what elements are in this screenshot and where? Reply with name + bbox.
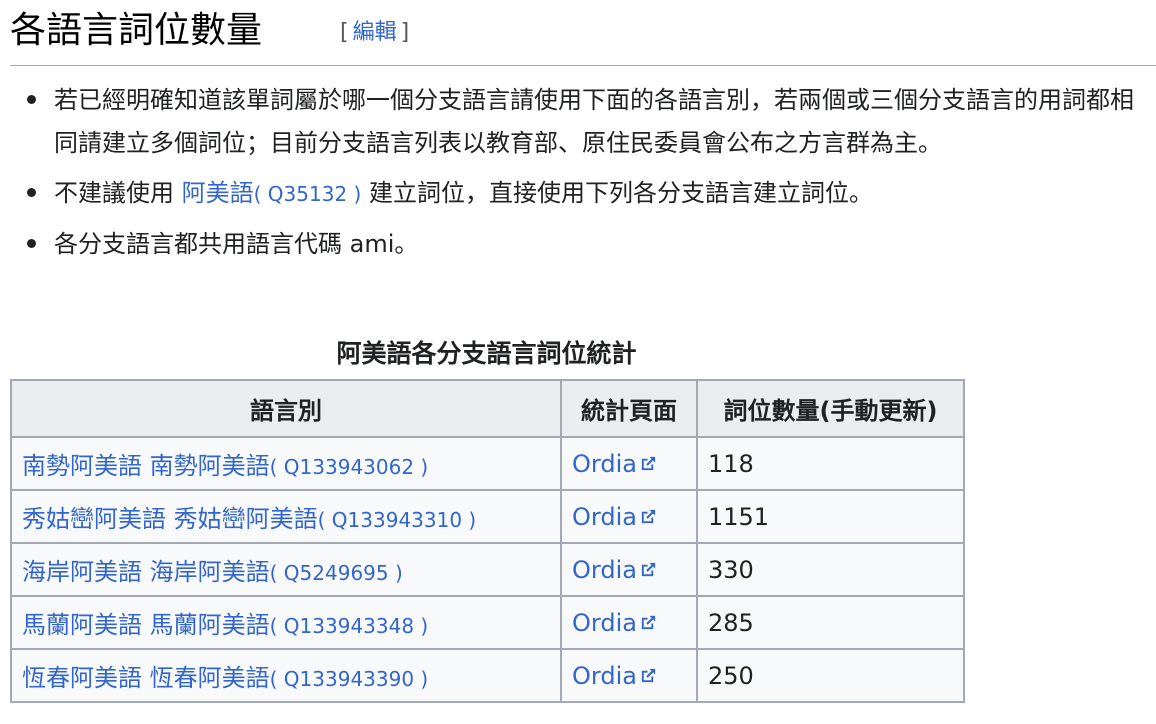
language-label-link[interactable]: 秀姑巒阿美語 xyxy=(174,505,318,533)
cell-page: Ordia xyxy=(560,489,698,544)
cell-count: 285 xyxy=(696,595,965,650)
cell-page: Ordia xyxy=(560,595,698,650)
bullet-list: 若已經明確知道該單詞屬於哪一個分支語言請使用下面的各語言別，若兩個或三個分支語言… xyxy=(10,79,1156,273)
edit-link[interactable]: 編輯 xyxy=(353,20,397,45)
language-label-link[interactable]: 海岸阿美語 xyxy=(150,558,270,586)
qid-link[interactable]: ( Q133943310 ) xyxy=(318,508,477,532)
cell-page: Ordia xyxy=(560,436,698,491)
bullet-dot xyxy=(27,188,36,197)
language-label-link[interactable]: 恆春阿美語 xyxy=(150,664,270,692)
language-link[interactable]: 南勢阿美語 xyxy=(22,452,142,480)
ordia-link[interactable]: Ordia xyxy=(572,556,637,584)
cell-count: 1151 xyxy=(696,489,965,544)
table-header-row: 語言別 統計頁面 詞位數量(手動更新) xyxy=(10,379,965,438)
list-item: 各分支語言都共用語言代碼 ami。 xyxy=(10,223,1156,266)
column-header-language: 語言別 xyxy=(10,379,562,438)
section-title: 各語言詞位數量 xyxy=(10,10,263,51)
cell-count: 250 xyxy=(696,648,965,703)
bullet-text: 各分支語言都共用語言代碼 ami。 xyxy=(54,230,419,258)
qid-link[interactable]: ( Q35132 ) xyxy=(254,182,362,206)
edit-section: [編輯] xyxy=(340,18,409,48)
qid-link[interactable]: ( Q5249695 ) xyxy=(270,561,403,585)
language-label-link[interactable]: 馬蘭阿美語 xyxy=(150,611,270,639)
table-row: 馬蘭阿美語 馬蘭阿美語( Q133943348 ) Ordia 285 xyxy=(10,595,965,650)
lexeme-stats-table: 語言別 統計頁面 詞位數量(手動更新) 南勢阿美語 南勢阿美語( Q133943… xyxy=(10,379,965,703)
ordia-link[interactable]: Ordia xyxy=(572,450,637,478)
external-link-icon[interactable] xyxy=(639,504,658,523)
language-link[interactable]: 秀姑巒阿美語 xyxy=(22,505,166,533)
cell-count: 330 xyxy=(696,542,965,597)
bullet-text: 若已經明確知道該單詞屬於哪一個分支語言請使用下面的各語言別，若兩個或三個分支語言… xyxy=(54,86,1134,157)
external-link-icon[interactable] xyxy=(639,557,658,576)
qid-link[interactable]: ( Q133943390 ) xyxy=(270,667,429,691)
ordia-link[interactable]: Ordia xyxy=(572,503,637,531)
language-link[interactable]: 恆春阿美語 xyxy=(22,664,142,692)
column-header-count: 詞位數量(手動更新) xyxy=(696,379,965,438)
cell-language: 馬蘭阿美語 馬蘭阿美語( Q133943348 ) xyxy=(10,595,562,650)
cell-language: 南勢阿美語 南勢阿美語( Q133943062 ) xyxy=(10,436,562,491)
cell-language: 秀姑巒阿美語 秀姑巒阿美語( Q133943310 ) xyxy=(10,489,562,544)
ordia-link[interactable]: Ordia xyxy=(572,662,637,690)
cell-language: 海岸阿美語 海岸阿美語( Q5249695 ) xyxy=(10,542,562,597)
table-caption: 阿美語各分支語言詞位統計 xyxy=(336,339,637,368)
bullet-prefix: 不建議使用 xyxy=(54,179,182,207)
bullet-dot xyxy=(27,239,36,248)
table-row: 南勢阿美語 南勢阿美語( Q133943062 ) Ordia 118 xyxy=(10,436,965,491)
table-row: 秀姑巒阿美語 秀姑巒阿美語( Q133943310 ) Ordia 1151 xyxy=(10,489,965,544)
table-row: 海岸阿美語 海岸阿美語( Q5249695 ) Ordia 330 xyxy=(10,542,965,597)
column-header-page: 統計頁面 xyxy=(560,379,698,438)
cell-page: Ordia xyxy=(560,648,698,703)
ordia-link[interactable]: Ordia xyxy=(572,609,637,637)
section-heading: 各語言詞位數量 [編輯] xyxy=(10,0,1156,66)
qid-link[interactable]: ( Q133943062 ) xyxy=(270,455,429,479)
cell-count: 118 xyxy=(696,436,965,491)
table-row: 恆春阿美語 恆春阿美語( Q133943390 ) Ordia 250 xyxy=(10,648,965,703)
external-link-icon[interactable] xyxy=(639,663,658,682)
list-item: 若已經明確知道該單詞屬於哪一個分支語言請使用下面的各語言別，若兩個或三個分支語言… xyxy=(10,79,1156,165)
language-link[interactable]: 海岸阿美語 xyxy=(22,558,142,586)
bullet-dot xyxy=(27,95,36,104)
cell-language: 恆春阿美語 恆春阿美語( Q133943390 ) xyxy=(10,648,562,703)
bullet-suffix: 建立詞位，直接使用下列各分支語言建立詞位。 xyxy=(361,179,873,207)
edit-bracket-open: [ xyxy=(340,20,349,45)
external-link-icon[interactable] xyxy=(639,610,658,629)
language-label-link[interactable]: 南勢阿美語 xyxy=(150,452,270,480)
language-link[interactable]: 馬蘭阿美語 xyxy=(22,611,142,639)
qid-link[interactable]: ( Q133943348 ) xyxy=(270,614,429,638)
language-link[interactable]: 阿美語 xyxy=(182,179,254,207)
external-link-icon[interactable] xyxy=(639,451,658,470)
edit-bracket-close: ] xyxy=(400,20,410,45)
cell-page: Ordia xyxy=(560,542,698,597)
list-item: 不建議使用 阿美語( Q35132 ) 建立詞位，直接使用下列各分支語言建立詞位… xyxy=(10,172,1156,216)
